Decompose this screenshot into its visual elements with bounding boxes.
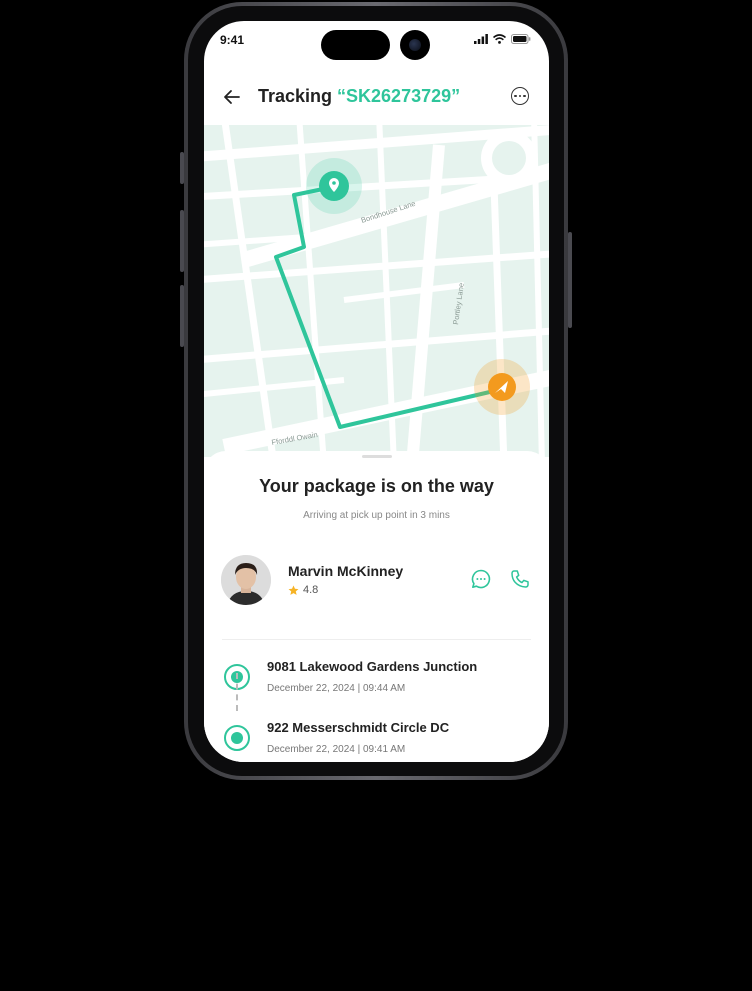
driver-rating: 4.8: [288, 584, 318, 596]
call-button[interactable]: [509, 568, 531, 590]
stop-datetime: December 22, 2024 | 09:44 AM: [267, 683, 406, 694]
tracking-code: “SK26273729”: [337, 86, 461, 106]
stop-address: 922 Messerschmidt Circle DC: [267, 720, 450, 735]
signal-icon: [474, 34, 488, 44]
more-dot-icon: [523, 94, 526, 98]
sheet-drag-handle[interactable]: [362, 455, 392, 458]
rating-value: 4.8: [303, 584, 319, 596]
arrow-left-icon: [224, 90, 240, 104]
map-canvas: Bondhouse Lane Portley Lane Fforddl Owai…: [204, 125, 549, 457]
status-icons: [474, 34, 531, 44]
more-dot-icon: [518, 94, 522, 98]
phone-icon: [511, 570, 529, 588]
sheet-subtitle: Arriving at pick up point in 3 mins: [303, 510, 450, 521]
phone-power-button: [568, 232, 572, 328]
stop-datetime: December 22, 2024 | 09:41 AM: [267, 744, 406, 755]
stop-connector-line: [236, 673, 238, 711]
courier-marker: [474, 359, 530, 415]
status-time: 9:41: [220, 33, 245, 47]
avatar-portrait: [221, 555, 271, 605]
stop-marker-icon: [224, 725, 250, 751]
page-title-prefix: Tracking: [258, 86, 338, 106]
chat-button[interactable]: [470, 568, 492, 590]
destination-pin: [306, 158, 362, 214]
page-title: Tracking “SK26273729”: [258, 86, 460, 107]
tracking-sheet: Your package is on the way Arriving at p…: [204, 451, 549, 762]
app-screen: 9:41 Tracking “SK26273729” Bondhouse Lan…: [204, 21, 549, 762]
dynamic-island: [321, 30, 390, 60]
driver-name: Marvin McKinney: [288, 563, 404, 579]
more-options-button[interactable]: [511, 87, 529, 105]
section-divider: [222, 639, 531, 640]
stop-address: 9081 Lakewood Gardens Junction: [267, 659, 478, 674]
app-header: Tracking “SK26273729”: [204, 81, 549, 115]
battery-icon: [511, 34, 531, 44]
sheet-title: Your package is on the way: [259, 476, 494, 496]
front-camera: [400, 30, 430, 60]
chat-bubble-icon: [471, 569, 491, 589]
wifi-icon: [493, 34, 506, 44]
more-dot-icon: [514, 94, 517, 98]
driver-avatar: [221, 555, 271, 605]
route-map[interactable]: Bondhouse Lane Portley Lane Fforddl Owai…: [204, 125, 549, 457]
back-button[interactable]: [222, 87, 242, 111]
star-icon: [288, 585, 299, 595]
